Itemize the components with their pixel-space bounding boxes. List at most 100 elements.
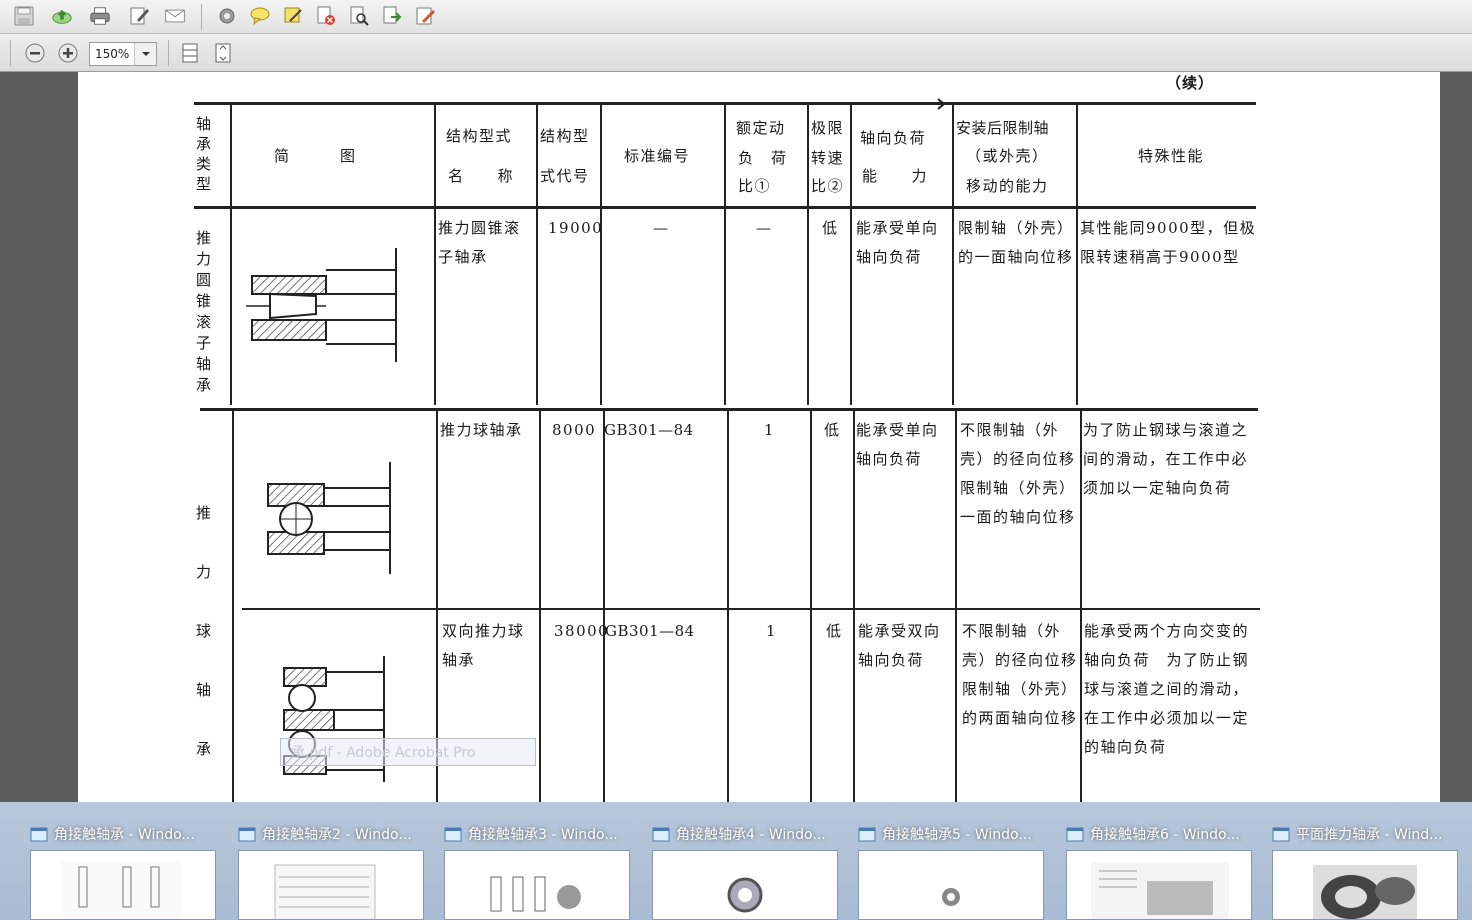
header-structure-name-1: 结构型式: [446, 127, 513, 145]
row3-special: 能承受两个方向交变的轴向负荷 为了防止钢球与滚道之间的滑动，在工作中必须加以一定…: [1084, 622, 1250, 756]
header-structure-name-2: 名 称: [448, 167, 515, 185]
row1-name: 推力圆锥滚子轴承: [438, 219, 521, 266]
header-code-2: 式代号: [540, 167, 590, 185]
settings-icon[interactable]: [216, 5, 238, 27]
folder-window-icon: [1066, 827, 1084, 842]
window-thumbnail: [1066, 850, 1252, 920]
row2-axial: 能承受单向轴向负荷: [856, 421, 939, 468]
row-divider-2: [242, 608, 1260, 610]
fit-page-icon[interactable]: [212, 42, 234, 64]
row3-name: 双向推力球轴承: [442, 622, 525, 669]
header-speed-3: 比②: [811, 177, 845, 195]
window-thumbnail: [30, 850, 216, 920]
row1-code: 19000: [548, 219, 604, 237]
email-icon[interactable]: [164, 5, 186, 27]
zoom-out-icon[interactable]: [24, 42, 46, 64]
save-icon[interactable]: [13, 5, 35, 27]
view-toolbar: 150%: [0, 34, 1472, 72]
header-speed-1: 极限: [811, 119, 845, 137]
folder-window-icon: [444, 827, 462, 842]
row2-code: 8000: [552, 421, 597, 439]
row3-axial: 能承受双向轴向负荷: [858, 622, 941, 669]
column-rule: [603, 410, 605, 802]
comment-icon[interactable]: [249, 5, 271, 27]
row1-special: 其性能同9000型，但极限转速稍高于9000型: [1080, 219, 1257, 266]
column-rule: [539, 410, 541, 802]
zoom-value[interactable]: 150%: [90, 47, 134, 61]
taskbar-item-title: 角接触轴承2 - Windo...: [262, 827, 412, 843]
taskbar-item-title: 角接触轴承6 - Windo...: [1090, 827, 1240, 843]
folder-window-icon: [238, 827, 256, 842]
taskbar-preview[interactable]: 平面推力轴承 - Wind...: [1272, 816, 1468, 920]
taskbar-item-title: 角接触轴承4 - Windo...: [676, 827, 826, 843]
export-icon[interactable]: [381, 5, 403, 27]
column-rule: [232, 410, 234, 802]
window-thumbnail: [444, 850, 630, 920]
toolbar-separator: [10, 40, 11, 66]
row-divider-1: [200, 408, 1258, 411]
edit-icon[interactable]: [128, 5, 150, 27]
column-rule: [853, 410, 855, 802]
continued-label: （续）: [1166, 74, 1215, 92]
column-rule: [230, 105, 232, 405]
column-rule: [600, 105, 602, 405]
pdf-page: （续） 轴承类型 简 图 结构型式 名 称 结构型 式代号 标准编号 额定动 负…: [78, 72, 1440, 802]
upload-icon[interactable]: [51, 5, 73, 27]
row2-speed: 低: [824, 421, 841, 439]
header-rated-load-1: 额定动: [736, 119, 786, 137]
column-rule: [1080, 410, 1082, 802]
zoom-in-icon[interactable]: [57, 42, 79, 64]
column-rule: [727, 410, 729, 802]
taskbar-preview[interactable]: 角接触轴承 - Windo...: [30, 816, 226, 920]
row2-name: 推力球轴承: [440, 421, 523, 439]
main-toolbar: [0, 0, 1472, 34]
column-rule: [807, 105, 809, 405]
taskbar-previews: 角接触轴承 - Windo... 角接触轴承2 - Windo... 角接触轴承…: [0, 802, 1472, 920]
row1-rated: —: [756, 219, 773, 237]
header-standard: 标准编号: [624, 147, 691, 165]
row1-install: 限制轴（外壳）的一面轴向位移: [958, 219, 1074, 266]
toolbar-separator: [201, 4, 202, 30]
window-thumbnail: [652, 850, 838, 920]
header-axial-2: 能 力: [862, 167, 929, 185]
taskbar-item-title: 平面推力轴承 - Wind...: [1296, 827, 1443, 843]
row2-rated: 1: [764, 421, 776, 439]
column-rule: [810, 410, 812, 802]
fit-width-icon[interactable]: [179, 42, 201, 64]
arrow-mark-icon: [924, 98, 944, 110]
taskbar-item-title: 角接触轴承3 - Windo...: [468, 827, 618, 843]
header-install-1: 安装后限制轴: [956, 119, 1050, 137]
row2-install: 不限制轴（外壳）的径向位移 限制轴（外壳）一面的轴向位移: [960, 421, 1093, 526]
delete-page-icon[interactable]: [315, 5, 337, 27]
sign-icon[interactable]: [414, 5, 436, 27]
document-canvas[interactable]: （续） 轴承类型 简 图 结构型式 名 称 结构型 式代号 标准编号 额定动 负…: [0, 72, 1472, 802]
group-label-tapered-roller: 推力圆锥滚子轴承: [196, 229, 213, 394]
taskbar-preview[interactable]: 角接触轴承2 - Windo...: [238, 816, 434, 920]
row3-code: 38000: [554, 622, 610, 640]
zoom-select[interactable]: 150%: [89, 42, 157, 66]
window-thumbnail: [1272, 850, 1458, 920]
header-code-1: 结构型: [540, 127, 590, 145]
find-icon[interactable]: [348, 5, 370, 27]
group-label-thrust-ball: 推力球轴承: [196, 504, 213, 758]
folder-window-icon: [652, 827, 670, 842]
taskbar-preview[interactable]: 角接触轴承5 - Windo...: [858, 816, 1054, 920]
column-rule: [434, 105, 436, 405]
row3-standard: GB301—84: [605, 622, 695, 640]
row2-standard: GB301—84: [604, 421, 694, 439]
row2-special: 为了防止钢球与滚道之间的滑动，在工作中必须加以一定轴向负荷: [1083, 421, 1249, 497]
header-install-3: 移动的能力: [966, 177, 1049, 195]
highlight-icon[interactable]: [282, 5, 304, 27]
print-icon[interactable]: [89, 5, 111, 27]
column-rule: [955, 410, 957, 802]
taskbar-preview[interactable]: 角接触轴承6 - Windo...: [1066, 816, 1262, 920]
taskbar-item-title: 角接触轴承 - Windo...: [54, 827, 195, 843]
taskbar-item-title: 角接触轴承5 - Windo...: [882, 827, 1032, 843]
row3-speed: 低: [826, 622, 843, 640]
taskbar-preview[interactable]: 角接触轴承3 - Windo...: [444, 816, 640, 920]
chevron-down-icon[interactable]: [134, 43, 156, 65]
header-special: 特殊性能: [1138, 147, 1205, 165]
header-install-2: （或外壳）: [966, 147, 1049, 165]
window-thumbnail: [238, 850, 424, 920]
taskbar-preview[interactable]: 角接触轴承4 - Windo...: [652, 816, 848, 920]
